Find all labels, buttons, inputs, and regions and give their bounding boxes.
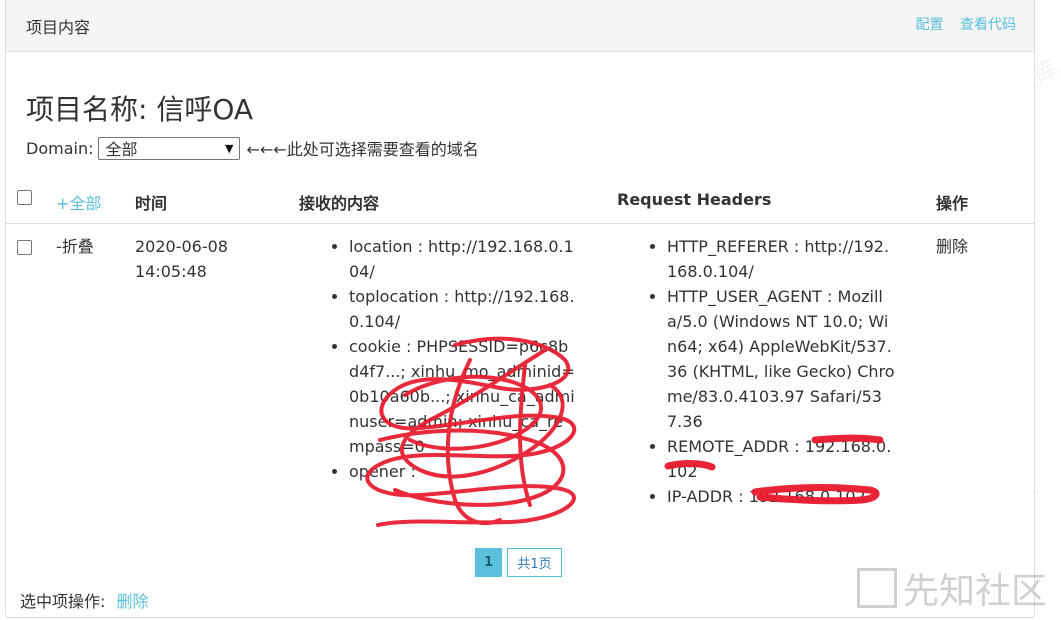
content-item: opener : — [349, 459, 577, 484]
domain-select[interactable]: 全部 ▼ — [98, 136, 241, 160]
chevron-down-icon: ▼ — [225, 141, 234, 155]
column-content: 接收的内容 — [299, 194, 380, 213]
column-time: 时间 — [135, 194, 168, 213]
domain-selected-value: 全部 — [105, 140, 138, 159]
row-checkbox[interactable] — [17, 240, 32, 255]
bulk-actions-label: 选中项操作: — [20, 592, 106, 611]
content-item: cookie : PHPSESSID=p6c8bd4f7...; xinhu_m… — [349, 334, 577, 459]
expand-all-link[interactable]: +全部 — [56, 190, 101, 214]
header-item: HTTP_USER_AGENT : Mozilla/5.0 (Windows N… — [667, 284, 895, 434]
domain-filter: Domain: 全部 ▼ ←←←此处可选择需要查看的域名 — [26, 136, 479, 160]
header-item: IP-ADDR : 192.168.0.102 — [667, 484, 895, 509]
panel-title: 项目内容 — [26, 18, 91, 37]
page-button-current[interactable]: 1 — [475, 548, 502, 577]
bulk-actions: 选中项操作: 删除 — [20, 588, 149, 612]
content-item: toplocation : http://192.168.0.104/ — [349, 284, 577, 334]
corner-logo-text: 先知社区 — [902, 571, 1047, 612]
select-all-checkbox[interactable] — [17, 190, 32, 205]
pagination: 1 共1页 — [475, 548, 562, 577]
row-content: location : http://192.168.0.104/ toploca… — [329, 234, 577, 484]
page-total: 共1页 — [507, 548, 562, 577]
logo-mark-icon — [856, 568, 897, 608]
view-code-link[interactable]: 查看代码 — [960, 17, 1016, 33]
row-delete-link[interactable]: 删除 — [936, 234, 968, 259]
domain-hint: ←←←此处可选择需要查看的域名 — [246, 140, 479, 159]
corner-logo: 先知社区 — [856, 562, 1047, 614]
column-action: 操作 — [936, 194, 969, 213]
row-time: 2020-06-08 14:05:48 — [135, 237, 228, 281]
content-item: location : http://192.168.0.104/ — [349, 234, 577, 284]
table-header-divider — [6, 223, 1034, 224]
collapse-link[interactable]: -折叠 — [56, 234, 94, 259]
header-item: HTTP_REFERER : http://192.168.0.104/ — [667, 234, 895, 284]
column-request-headers: Request Headers — [617, 190, 772, 209]
panel-heading: 项目内容 配置 查看代码 — [6, 0, 1034, 52]
project-title: 项目名称: 信呼OA — [26, 93, 254, 126]
project-panel: 项目内容 配置 查看代码 项目名称: 信呼OA Domain: 全部 ▼ ←←←… — [5, 0, 1035, 618]
bulk-delete-link[interactable]: 删除 — [117, 592, 149, 611]
row-headers: HTTP_REFERER : http://192.168.0.104/ HTT… — [647, 234, 895, 509]
config-link[interactable]: 配置 — [916, 17, 944, 33]
header-item: REMOTE_ADDR : 192.168.0.102 — [667, 434, 895, 484]
domain-label: Domain: — [26, 138, 94, 158]
header-links: 配置 查看代码 — [904, 14, 1016, 34]
